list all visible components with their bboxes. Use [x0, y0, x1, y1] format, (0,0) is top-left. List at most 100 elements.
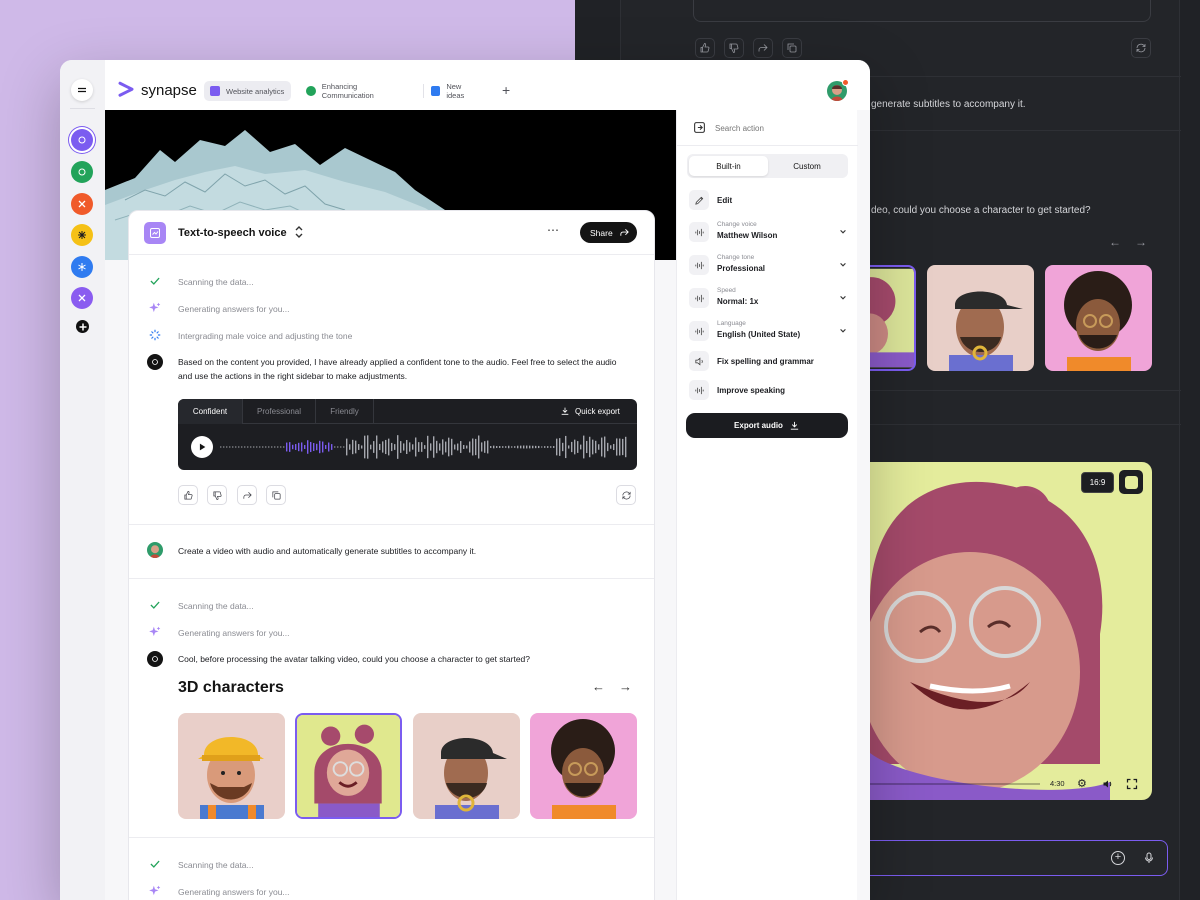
chevron-down-icon — [840, 329, 846, 333]
waveform-bar — [304, 445, 306, 449]
waveform-bar — [361, 445, 363, 449]
dark-share-button[interactable] — [753, 38, 773, 58]
rail-add-button[interactable] — [76, 320, 89, 333]
video-progress-track[interactable] — [870, 783, 1040, 785]
dark-video-preview[interactable] — [860, 462, 1152, 800]
waveform-bar — [592, 439, 594, 455]
dark-mic-icon[interactable] — [1143, 850, 1153, 866]
assistant-message: Cool, before processing the avatar talki… — [178, 654, 531, 664]
video-color-button[interactable] — [1119, 470, 1143, 494]
export-audio-button[interactable]: Export audio — [686, 413, 848, 438]
search-action-input[interactable] — [715, 119, 845, 137]
action-change-voice[interactable]: Change voice Matthew Wilson — [689, 218, 847, 246]
dark-arrow-right-icon[interactable]: → — [1135, 235, 1147, 249]
tone-tab-confident[interactable]: Confident — [178, 399, 242, 424]
gear-icon[interactable]: ⚙ — [1077, 777, 1087, 790]
waveform-bar — [268, 446, 270, 448]
dark-like-button[interactable] — [695, 38, 715, 58]
dark-regenerate-button[interactable] — [1131, 38, 1151, 58]
rail-assistant-blue[interactable] — [71, 256, 93, 278]
top-bar: synapse Website analytics Enhancing Comm… — [105, 60, 870, 110]
waveform-bar — [334, 446, 336, 448]
regenerate-button[interactable] — [616, 485, 636, 505]
dark-character-card-cap-man[interactable] — [927, 265, 1034, 371]
waveform-bar — [502, 446, 504, 448]
tone-tab-friendly[interactable]: Friendly — [316, 399, 374, 424]
tab-enhancing-communication[interactable]: Enhancing Communication — [300, 81, 415, 101]
waveform-bar — [376, 435, 378, 459]
dark-copy-button[interactable] — [782, 38, 802, 58]
chevron-down-icon — [840, 296, 846, 300]
waveform-bar — [358, 444, 360, 450]
more-options-icon[interactable]: ⋯ — [547, 223, 560, 237]
waveform-bar — [595, 440, 597, 454]
waveform-bar — [388, 438, 390, 456]
waveform-bar — [385, 439, 387, 455]
play-button[interactable] — [191, 436, 213, 458]
waveform-bar — [586, 440, 588, 454]
action-value: Professional — [717, 264, 766, 273]
volume-icon[interactable] — [1102, 777, 1114, 789]
like-button[interactable] — [178, 485, 198, 505]
waveform-bar — [565, 435, 567, 459]
rail-assistant-orange[interactable] — [71, 193, 93, 215]
waveform-bar — [520, 445, 522, 449]
waveform-bar — [619, 438, 621, 456]
video-time: 4:30 — [1050, 779, 1065, 788]
rail-assistant-violet[interactable] — [71, 287, 93, 309]
dark-dislike-button[interactable] — [724, 38, 744, 58]
waveform-bar — [262, 446, 264, 448]
dark-arrow-left-icon[interactable]: ← — [1109, 235, 1121, 249]
title-selector-chevron-icon[interactable] — [294, 225, 304, 239]
dark-add-icon[interactable]: + — [1111, 851, 1125, 865]
forward-button[interactable] — [237, 485, 257, 505]
action-speed[interactable]: Speed Normal: 1x — [689, 284, 847, 312]
rail-assistant-purple[interactable] — [71, 129, 93, 151]
tone-tab-professional[interactable]: Professional — [242, 399, 316, 424]
action-change-tone[interactable]: Change tone Professional — [689, 251, 847, 279]
arrow-left-icon[interactable]: ← — [592, 679, 605, 694]
action-improve-speaking[interactable]: Improve speaking — [689, 376, 847, 404]
segment-built-in[interactable]: Built-in — [689, 156, 768, 176]
audio-waveform[interactable] — [220, 434, 630, 460]
waveform-bar — [289, 442, 291, 452]
tab-label: Enhancing Communication — [321, 82, 374, 100]
pencil-icon — [689, 190, 709, 210]
waveform-bar — [370, 444, 372, 450]
sidebar-toggle-icon[interactable] — [693, 121, 706, 134]
segment-custom[interactable]: Custom — [768, 156, 846, 176]
character-card-girl-selected[interactable] — [295, 713, 402, 819]
copy-button[interactable] — [266, 485, 286, 505]
share-button[interactable]: Share — [580, 222, 637, 243]
dark-character-card-curly-man[interactable] — [1045, 265, 1152, 371]
waveform-bar — [223, 446, 225, 448]
characters-heading: 3D characters — [178, 679, 284, 696]
arrow-right-icon[interactable]: → — [619, 679, 632, 694]
waveform-bar — [283, 446, 285, 448]
dislike-button[interactable] — [207, 485, 227, 505]
new-tab-plus-icon[interactable]: + — [502, 82, 510, 98]
character-card-cap-man[interactable] — [413, 713, 520, 819]
waveform-bar — [436, 440, 438, 454]
sparkle-icon — [149, 885, 161, 896]
quick-export-button[interactable]: Quick export — [560, 406, 620, 416]
dark-message-input[interactable]: + — [860, 840, 1168, 876]
aspect-ratio-badge[interactable]: 16:9 — [1081, 472, 1114, 493]
character-card-curly-man[interactable] — [530, 713, 637, 819]
action-edit[interactable]: Edit — [689, 186, 847, 214]
waveform-bar — [421, 442, 423, 452]
rail-assistant-yellow[interactable] — [71, 224, 93, 246]
action-fix-spelling[interactable]: Fix spelling and grammar — [689, 347, 847, 375]
waveform-bar — [598, 444, 600, 450]
tab-new-ideas[interactable]: New ideas — [425, 81, 485, 101]
menu-toggle-button[interactable] — [71, 79, 93, 101]
character-card-builder[interactable] — [178, 713, 285, 819]
refresh-icon — [621, 491, 631, 499]
action-value: Normal: 1x — [717, 297, 759, 306]
rail-assistant-green[interactable] — [71, 161, 93, 183]
waveform-bar — [466, 445, 468, 449]
fullscreen-icon[interactable] — [1126, 777, 1138, 790]
tab-website-analytics[interactable]: Website analytics — [204, 81, 291, 101]
brand-name: synapse — [141, 82, 197, 99]
action-language[interactable]: Language English (United State) — [689, 317, 847, 345]
